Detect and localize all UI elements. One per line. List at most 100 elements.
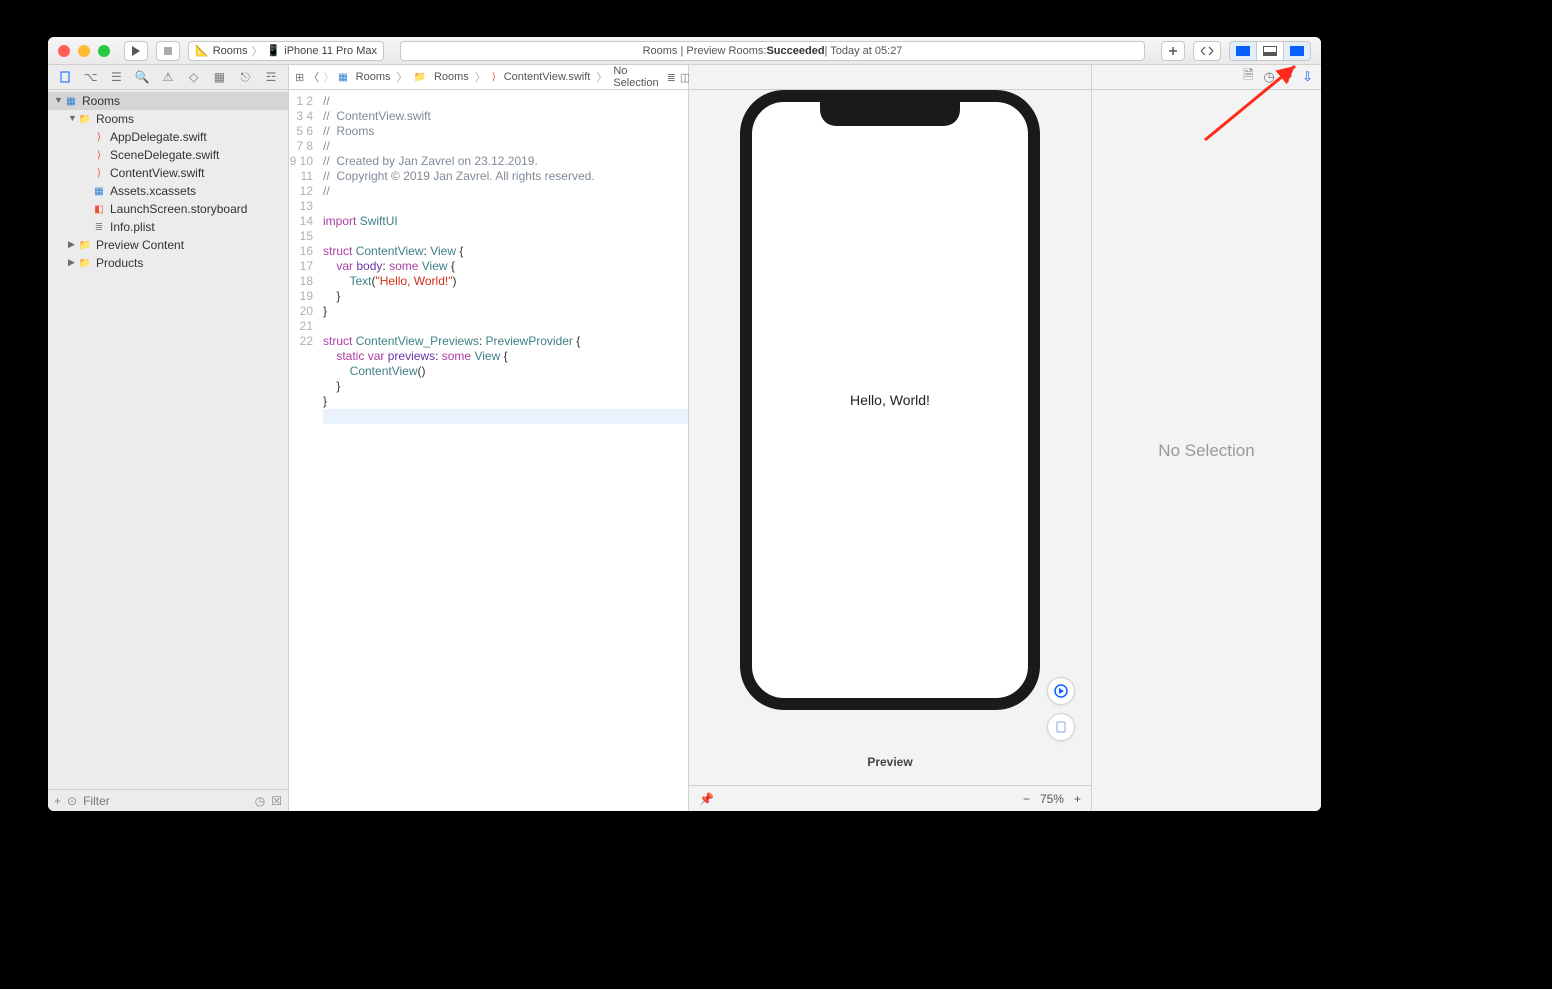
tree-label: ContentView.swift — [110, 166, 205, 180]
tree-group-preview-content[interactable]: ▶📁Preview Content — [48, 236, 288, 254]
tree-label: Preview Content — [96, 238, 184, 252]
tree-file-launchscreen[interactable]: ◧LaunchScreen.storyboard — [48, 200, 288, 218]
toggle-debug-area-button[interactable] — [1256, 41, 1283, 61]
tree-label: Products — [96, 256, 143, 270]
tree-file-contentview[interactable]: ⟩ContentView.swift — [48, 164, 288, 182]
close-window-button[interactable] — [58, 45, 70, 57]
canvas-topbar — [689, 65, 1091, 90]
pin-preview-button[interactable]: 📌 — [699, 792, 714, 806]
toggle-inspector-button[interactable] — [1283, 41, 1311, 61]
filter-icon: ⊙ — [67, 794, 77, 808]
chevron-right-icon: 〉 — [252, 43, 263, 59]
toolbar: 📐 Rooms 〉 📱 iPhone 11 Pro Max Rooms | Pr… — [48, 37, 1321, 65]
tree-label: Rooms — [96, 112, 134, 126]
main-body: ⌥ ☰ 🔍 ⚠ ◇ ▦ ⎋ ☲ ▼▦Rooms ▼📁Rooms ⟩AppDele… — [48, 65, 1321, 811]
quick-help-tab[interactable]: ? — [1285, 70, 1292, 85]
toggle-navigator-button[interactable] — [1229, 41, 1256, 61]
tree-file-appdelegate[interactable]: ⟩AppDelegate.swift — [48, 128, 288, 146]
tree-group-rooms[interactable]: ▼📁Rooms — [48, 110, 288, 128]
library-button[interactable] — [1161, 41, 1185, 61]
zoom-in-button[interactable]: + — [1074, 792, 1081, 806]
recent-filter-button[interactable]: ◷ — [255, 794, 265, 808]
preview-on-device-button[interactable] — [1047, 713, 1075, 741]
source-control-navigator-tab[interactable]: ⌥ — [83, 69, 99, 85]
tree-label: LaunchScreen.storyboard — [110, 202, 247, 216]
status-suffix: | Today at 05:27 — [825, 45, 903, 57]
source-editor: ⊞ 〈 〉 ▦ Rooms 〉 📁 Rooms 〉 ⟩ ContentView.… — [289, 65, 689, 811]
jumpbar-project[interactable]: Rooms — [356, 71, 391, 83]
run-button[interactable] — [124, 41, 148, 61]
zoom-level[interactable]: 75% — [1040, 792, 1064, 806]
zoom-out-button[interactable]: − — [1023, 792, 1030, 806]
jumpbar-selection[interactable]: No Selection — [613, 65, 658, 89]
inspector-tabs: 🗎 ◷ ? ⇩ — [1092, 65, 1321, 90]
chevron-right-icon: 〉 — [596, 69, 607, 85]
issue-navigator-tab[interactable]: ⚠ — [160, 69, 176, 85]
jumpbar-group[interactable]: Rooms — [434, 71, 469, 83]
zoom-window-button[interactable] — [98, 45, 110, 57]
tree-project-root[interactable]: ▼▦Rooms — [48, 92, 288, 110]
minimize-window-button[interactable] — [78, 45, 90, 57]
symbol-navigator-tab[interactable]: ☰ — [108, 69, 124, 85]
project-tree[interactable]: ▼▦Rooms ▼📁Rooms ⟩AppDelegate.swift ⟩Scen… — [48, 90, 288, 789]
jump-bar[interactable]: ⊞ 〈 〉 ▦ Rooms 〉 📁 Rooms 〉 ⟩ ContentView.… — [289, 65, 688, 90]
jumpbar-file[interactable]: ContentView.swift — [504, 71, 591, 83]
attributes-inspector-tab[interactable]: ⇩ — [1302, 69, 1313, 85]
chevron-right-icon: 〉 — [475, 69, 486, 85]
tree-file-infoplist[interactable]: ≣Info.plist — [48, 218, 288, 236]
debug-navigator-tab[interactable]: ▦ — [211, 69, 227, 85]
scm-filter-button[interactable]: ☒ — [271, 794, 282, 808]
chevron-right-icon: 〉 — [397, 69, 408, 85]
status-prefix: Rooms | Preview Rooms: — [643, 45, 767, 57]
find-navigator-tab[interactable]: 🔍 — [134, 69, 150, 85]
scheme-selector[interactable]: 📐 Rooms 〉 📱 iPhone 11 Pro Max — [188, 41, 384, 61]
inspector-empty-state: No Selection — [1092, 90, 1321, 811]
filter-input[interactable] — [83, 794, 249, 808]
editor-area: ⊞ 〈 〉 ▦ Rooms 〉 📁 Rooms 〉 ⟩ ContentView.… — [289, 65, 1321, 811]
preview-label: Preview — [867, 755, 912, 769]
tree-label: Rooms — [82, 94, 120, 108]
swift-icon: ⟩ — [492, 70, 496, 84]
activity-status: Rooms | Preview Rooms: Succeeded | Today… — [400, 41, 1145, 61]
status-result: Succeeded — [766, 45, 824, 57]
report-navigator-tab[interactable]: ☲ — [263, 69, 279, 85]
tree-file-scenedelegate[interactable]: ⟩SceneDelegate.swift — [48, 146, 288, 164]
tree-label: SceneDelegate.swift — [110, 148, 219, 162]
preview-canvas: Hello, World! Preview 📌 − 75% + — [689, 65, 1091, 811]
test-navigator-tab[interactable]: ◇ — [186, 69, 202, 85]
app-icon: 📐 — [195, 44, 209, 57]
tree-file-assets[interactable]: ▦Assets.xcassets — [48, 182, 288, 200]
window-controls — [58, 45, 110, 57]
preview-text: Hello, World! — [850, 392, 930, 408]
code-review-button[interactable] — [1193, 41, 1221, 61]
tree-label: Info.plist — [110, 220, 155, 234]
simulator-device-frame: Hello, World! — [740, 90, 1040, 710]
navigator-panel: ⌥ ☰ 🔍 ⚠ ◇ ▦ ⎋ ☲ ▼▦Rooms ▼📁Rooms ⟩AppDele… — [48, 65, 289, 811]
source-text[interactable]: //// ContentView.swift// Rooms//// Creat… — [319, 90, 688, 811]
inspector-panel: 🗎 ◷ ? ⇩ No Selection — [1091, 65, 1321, 811]
scheme-device-label: iPhone 11 Pro Max — [284, 45, 377, 57]
editor-options-button[interactable]: ≣ — [667, 69, 676, 85]
breakpoint-navigator-tab[interactable]: ⎋ — [237, 69, 253, 85]
scheme-project-label: Rooms — [213, 45, 248, 57]
project-navigator-tab[interactable] — [57, 69, 73, 85]
tree-label: AppDelegate.swift — [110, 130, 207, 144]
code-area[interactable]: 1 2 3 4 5 6 7 8 9 10 11 12 13 14 15 16 1… — [289, 90, 688, 811]
forward-button[interactable]: 〉 — [323, 69, 334, 85]
related-items-button[interactable]: ⊞ — [295, 69, 304, 85]
canvas-footer: 📌 − 75% + — [689, 785, 1091, 811]
add-file-button[interactable]: + — [54, 794, 61, 808]
line-gutter: 1 2 3 4 5 6 7 8 9 10 11 12 13 14 15 16 1… — [289, 90, 319, 811]
live-preview-button[interactable] — [1047, 677, 1075, 705]
device-notch — [820, 102, 960, 126]
canvas-controls — [1047, 677, 1075, 741]
back-button[interactable]: 〈 — [308, 69, 319, 85]
history-inspector-tab[interactable]: ◷ — [1264, 69, 1275, 85]
folder-icon: 📁 — [414, 70, 426, 84]
project-icon: ▦ — [338, 70, 347, 84]
stop-button[interactable] — [156, 41, 180, 61]
file-inspector-tab[interactable]: 🗎 — [1243, 66, 1253, 88]
tree-label: Assets.xcassets — [110, 184, 196, 198]
tree-group-products[interactable]: ▶📁Products — [48, 254, 288, 272]
xcode-window: 📐 Rooms 〉 📱 iPhone 11 Pro Max Rooms | Pr… — [48, 37, 1321, 811]
